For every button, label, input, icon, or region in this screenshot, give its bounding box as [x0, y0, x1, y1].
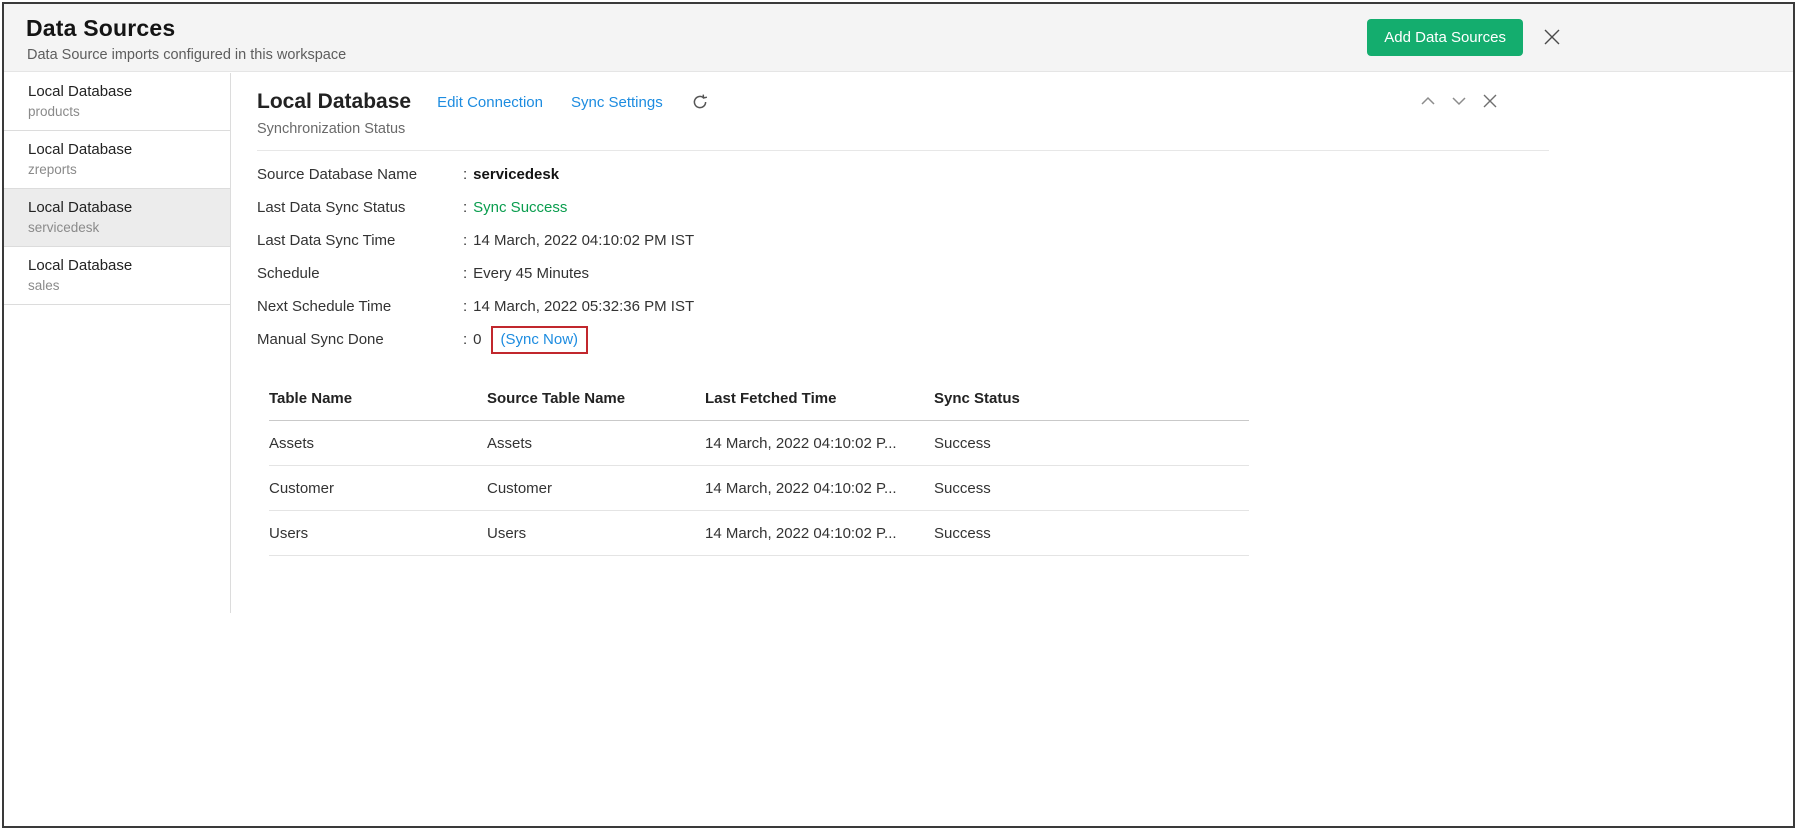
detail-row-manual-sync-done: Manual Sync Done : 0 (Sync Now): [257, 323, 1549, 356]
column-header-sync-status: Sync Status: [934, 382, 1249, 421]
cell-table-name: Assets: [269, 421, 487, 466]
sidebar-item-zreports[interactable]: Local Database zreports: [4, 131, 230, 189]
detail-label: Last Data Sync Status: [257, 199, 463, 216]
close-panel-icon[interactable]: [1481, 92, 1499, 110]
cell-last-fetched-time: 14 March, 2022 04:10:02 P...: [705, 511, 934, 556]
cell-last-fetched-time: 14 March, 2022 04:10:02 P...: [705, 421, 934, 466]
detail-value: : servicedesk: [463, 166, 559, 183]
page-header: Data Sources Data Source imports configu…: [4, 4, 1793, 72]
manual-sync-count-value: 0: [473, 331, 481, 348]
add-data-sources-button[interactable]: Add Data Sources: [1367, 19, 1523, 56]
detail-label: Manual Sync Done: [257, 331, 463, 348]
table-row[interactable]: Assets Assets 14 March, 2022 04:10:02 P.…: [269, 421, 1249, 466]
sidebar-item-sales[interactable]: Local Database sales: [4, 247, 230, 305]
detail-row-source-database-name: Source Database Name : servicedesk: [257, 158, 1549, 191]
detail-label: Source Database Name: [257, 166, 463, 183]
table-header-row: Table Name Source Table Name Last Fetche…: [269, 382, 1249, 421]
divider: [257, 150, 1549, 151]
previous-datasource-icon[interactable]: [1419, 92, 1437, 110]
page-subtitle: Data Source imports configured in this w…: [27, 47, 346, 63]
sidebar-item-subtitle: zreports: [28, 160, 220, 179]
colon: :: [463, 232, 467, 249]
edit-connection-link[interactable]: Edit Connection: [437, 94, 543, 111]
datasource-detail-panel: Local Database Edit Connection Sync Sett…: [257, 90, 1549, 556]
page-title: Data Sources: [26, 15, 175, 42]
panel-nav-icons: [1419, 92, 1499, 110]
cell-source-table-name: Users: [487, 511, 705, 556]
detail-row-last-sync-time: Last Data Sync Time : 14 March, 2022 04:…: [257, 224, 1549, 257]
cell-table-name: Users: [269, 511, 487, 556]
sync-now-highlight-box: (Sync Now): [491, 326, 589, 354]
window-frame: Data Sources Data Source imports configu…: [2, 2, 1795, 828]
tables-sync-table: Table Name Source Table Name Last Fetche…: [269, 382, 1249, 556]
table-row[interactable]: Users Users 14 March, 2022 04:10:02 P...…: [269, 511, 1249, 556]
cell-sync-status: Success: [934, 466, 1249, 511]
column-header-last-fetched-time: Last Fetched Time: [705, 382, 934, 421]
last-sync-time-value: 14 March, 2022 04:10:02 PM IST: [473, 232, 694, 249]
cell-source-table-name: Assets: [487, 421, 705, 466]
sidebar-item-subtitle: products: [28, 102, 220, 121]
sidebar-item-products[interactable]: Local Database products: [4, 73, 230, 131]
detail-value: : 14 March, 2022 05:32:36 PM IST: [463, 298, 694, 315]
next-datasource-icon[interactable]: [1450, 92, 1468, 110]
cell-source-table-name: Customer: [487, 466, 705, 511]
cell-sync-status: Success: [934, 421, 1249, 466]
datasource-sidebar: Local Database products Local Database z…: [4, 73, 231, 613]
detail-row-next-schedule-time: Next Schedule Time : 14 March, 2022 05:3…: [257, 290, 1549, 323]
detail-label: Next Schedule Time: [257, 298, 463, 315]
refresh-icon[interactable]: [691, 93, 709, 111]
table-row[interactable]: Customer Customer 14 March, 2022 04:10:0…: [269, 466, 1249, 511]
sync-now-link[interactable]: (Sync Now): [501, 331, 579, 348]
sidebar-item-title: Local Database: [28, 255, 220, 276]
sidebar-item-subtitle: sales: [28, 276, 220, 295]
detail-value: : Sync Success: [463, 199, 567, 216]
sidebar-item-title: Local Database: [28, 81, 220, 102]
schedule-value: Every 45 Minutes: [473, 265, 589, 282]
column-header-table-name: Table Name: [269, 382, 487, 421]
close-icon[interactable]: [1541, 26, 1563, 48]
cell-last-fetched-time: 14 March, 2022 04:10:02 P...: [705, 466, 934, 511]
colon: :: [463, 199, 467, 216]
sidebar-item-title: Local Database: [28, 197, 220, 218]
sync-status-value: Sync Success: [473, 199, 567, 216]
cell-sync-status: Success: [934, 511, 1249, 556]
sync-details: Source Database Name : servicedesk Last …: [257, 158, 1549, 356]
detail-value: : 14 March, 2022 04:10:02 PM IST: [463, 232, 694, 249]
next-schedule-time-value: 14 March, 2022 05:32:36 PM IST: [473, 298, 694, 315]
detail-label: Last Data Sync Time: [257, 232, 463, 249]
colon: :: [463, 331, 467, 348]
detail-value: : 0 (Sync Now): [463, 326, 588, 354]
colon: :: [463, 166, 467, 183]
sidebar-item-servicedesk[interactable]: Local Database servicedesk: [4, 189, 230, 247]
cell-table-name: Customer: [269, 466, 487, 511]
sync-settings-link[interactable]: Sync Settings: [571, 94, 663, 111]
source-database-name-value: servicedesk: [473, 166, 559, 183]
sidebar-item-title: Local Database: [28, 139, 220, 160]
detail-label: Schedule: [257, 265, 463, 282]
detail-row-schedule: Schedule : Every 45 Minutes: [257, 257, 1549, 290]
colon: :: [463, 298, 467, 315]
section-label: Synchronization Status: [257, 121, 1549, 137]
detail-title-row: Local Database Edit Connection Sync Sett…: [257, 90, 1549, 114]
datasource-name: Local Database: [257, 90, 411, 114]
colon: :: [463, 265, 467, 282]
detail-value: : Every 45 Minutes: [463, 265, 589, 282]
detail-row-last-sync-status: Last Data Sync Status : Sync Success: [257, 191, 1549, 224]
column-header-source-table-name: Source Table Name: [487, 382, 705, 421]
sidebar-item-subtitle: servicedesk: [28, 218, 220, 237]
